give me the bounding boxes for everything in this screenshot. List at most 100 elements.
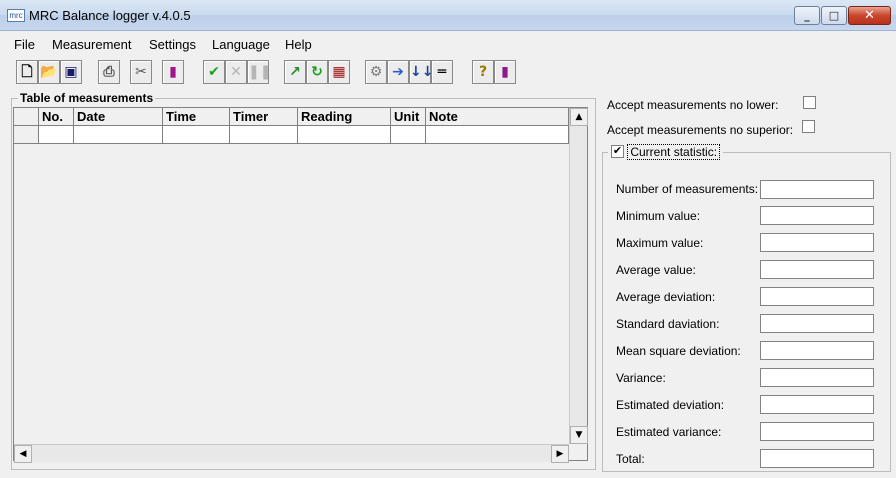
tools-button[interactable]: ✂ [130,60,152,84]
menu-measurement[interactable]: Measurement [52,37,131,52]
scroll-right-button[interactable]: ▶ [551,445,569,463]
stat-field-total[interactable] [760,449,874,468]
new-file-icon: 🗋 [21,64,33,80]
stat-label-mean-square-deviation: Mean square deviation: [616,344,741,358]
stat-field-average-value[interactable] [760,260,874,279]
arrows-down-button[interactable]: ↓↓ [409,60,434,84]
close-button[interactable]: ✕ [848,6,891,25]
refresh-icon: ↻ [311,64,323,80]
stat-field-number-of-measurements[interactable] [760,180,874,199]
column-header-unit[interactable]: Unit [391,108,426,126]
app-icon[interactable]: mrc [7,9,25,22]
stat-field-mean-square-deviation[interactable] [760,341,874,360]
measurements-table[interactable]: No. Date Time Timer Reading Unit Note ▲ … [13,107,588,463]
column-header-time[interactable]: Time [163,108,230,126]
export-icon: ➔ [392,64,404,80]
open-button[interactable]: 📂 [38,60,60,84]
menu-bar: File Measurement Settings Language Help [0,35,896,55]
stat-field-estimated-deviation[interactable] [760,395,874,414]
stat-field-standard-deviation[interactable] [760,314,874,333]
equals-button[interactable]: ═ [431,60,453,84]
pause-icon: ❚❚ [248,64,272,80]
stat-label-estimated-deviation: Estimated deviation: [616,398,725,412]
chart-icon: ▮ [169,64,177,80]
table-cell[interactable] [74,126,163,144]
menu-language[interactable]: Language [212,37,270,52]
arrows-down-icon: ↓↓ [410,64,434,80]
help-icon: ? [478,64,488,80]
table-cell[interactable] [391,126,426,144]
menu-file[interactable]: File [14,37,35,52]
column-header-date[interactable]: Date [74,108,163,126]
stat-field-minimum-value[interactable] [760,206,874,225]
stat-label-variance: Variance: [616,371,666,385]
stat-label-maximum-value: Maximum value: [616,236,704,250]
print-icon: ⎙ [103,64,115,80]
stats-button[interactable]: ▦ [328,60,350,84]
chart-button[interactable]: ▮ [162,60,184,84]
table-cell[interactable] [163,126,230,144]
stats-icon: ▦ [332,64,346,80]
new-file-button[interactable]: 🗋 [16,60,38,84]
stat-label-standard-deviation: Standard daviation: [616,317,720,331]
stat-label-number-of-measurements: Number of measurements: [616,182,759,196]
reject-button[interactable]: ✕ [225,60,247,84]
scroll-left-button[interactable]: ◀ [14,445,32,463]
statistic-title[interactable]: Current statistic: [627,144,721,160]
stat-field-average-deviation[interactable] [760,287,874,306]
table-cell[interactable] [298,126,391,144]
table-cell[interactable] [426,126,569,144]
column-header-no[interactable]: No. [39,108,74,126]
stat-field-estimated-variance[interactable] [760,422,874,441]
save-button[interactable]: ▣ [60,60,82,84]
stat-label-estimated-variance: Estimated variance: [616,425,722,439]
stat-label-average-value: Average value: [616,263,696,277]
connect-icon: ⚙ [369,64,383,80]
maximize-icon: □ [828,9,840,22]
column-header-note[interactable]: Note [426,108,569,126]
step-button[interactable]: ↗ [284,60,306,84]
step-icon: ↗ [289,64,301,80]
stat-label-average-deviation: Average deviation: [616,290,716,304]
export-button[interactable]: ➔ [387,60,409,84]
equals-icon: ═ [437,64,447,80]
menu-help[interactable]: Help [285,37,312,52]
arrow-right-icon: ▶ [556,449,564,459]
reject-x-icon: ✕ [230,64,242,80]
table-cell[interactable] [39,126,74,144]
stat-label-minimum-value: Minimum value: [616,209,701,223]
accept-button[interactable]: ✔ [203,60,225,84]
column-header-timer[interactable]: Timer [230,108,298,126]
save-icon: ▣ [64,64,78,80]
refresh-button[interactable]: ↻ [306,60,328,84]
print-button[interactable]: ⎙ [98,60,120,84]
statistic-checkbox[interactable]: ✔ [611,145,624,159]
stat-field-maximum-value[interactable] [760,233,874,252]
horizontal-scrollbar[interactable]: ◀ ▶ [14,444,569,463]
menu-settings[interactable]: Settings [149,37,196,52]
minimize-button[interactable]: _ [794,6,820,25]
table-cell[interactable] [230,126,298,144]
minimize-icon: _ [804,9,810,22]
stat-field-variance[interactable] [760,368,874,387]
scroll-up-button[interactable]: ▲ [570,108,588,126]
vertical-scrollbar[interactable]: ▲ ▼ [569,108,588,444]
maximize-button[interactable]: □ [821,6,847,25]
filter-no-lower-checkbox[interactable] [803,96,816,109]
measurements-legend: Table of measurements [18,91,156,105]
open-folder-icon: 📂 [40,64,58,80]
filter-no-superior-checkbox[interactable] [802,120,815,133]
title-bar: mrc MRC Balance logger v.4.0.5 _ □ ✕ [0,0,896,31]
stat-label-total: Total: [616,452,645,466]
statistic-header: ✔ Current statistic: [608,144,724,160]
book-button[interactable]: ▮ [494,60,516,84]
filter-no-lower-label: Accept measurements no lower: [607,98,779,112]
row-indicator[interactable] [14,126,39,144]
scroll-down-button[interactable]: ▼ [570,426,588,444]
window-title: MRC Balance logger v.4.0.5 [29,8,191,23]
arrow-down-icon: ▼ [575,430,583,440]
pause-button[interactable]: ❚❚ [247,60,272,84]
connect-button[interactable]: ⚙ [365,60,387,84]
column-header-reading[interactable]: Reading [298,108,391,126]
help-button[interactable]: ? [472,60,494,84]
